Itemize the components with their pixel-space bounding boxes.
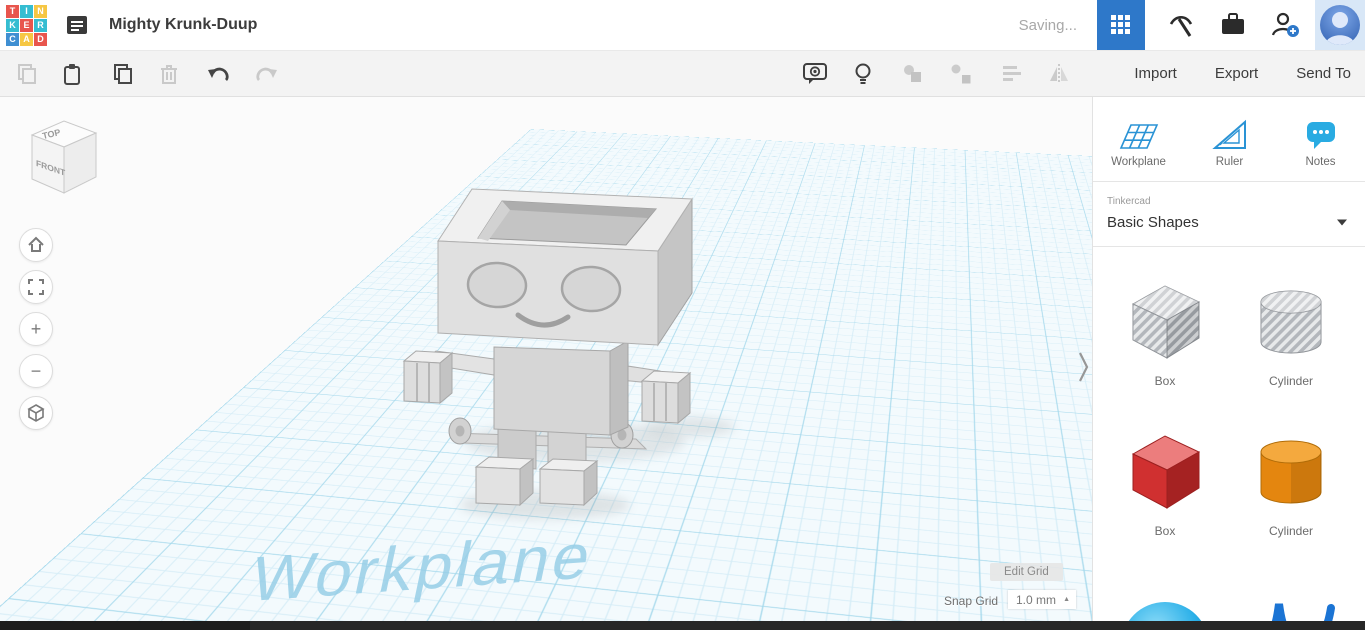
panel-tool-label: Notes <box>1305 156 1336 168</box>
my-designs-menu-icon[interactable] <box>63 11 91 39</box>
snap-grid-dropdown[interactable]: 1.0 mm ▲ <box>1008 590 1076 609</box>
shape-hole-cylinder[interactable]: Cylinder <box>1243 278 1339 388</box>
dashboard-grid-button[interactable] <box>1097 0 1145 50</box>
account-avatar[interactable] <box>1315 0 1365 50</box>
panel-tool-ruler[interactable]: Ruler <box>1184 109 1275 168</box>
export-button[interactable]: Export <box>1215 65 1258 82</box>
minus-icon: − <box>30 360 42 381</box>
design-title[interactable]: Mighty Krunk-Duup <box>109 16 257 34</box>
topbar-right-cluster: Saving... <box>1019 0 1365 50</box>
viewport-canvas[interactable]: Workplane TOP FRONT + − Edit Grid Snap G… <box>0 97 1092 621</box>
logo-tile: N <box>34 4 47 18</box>
logo-tile: K <box>6 18 19 32</box>
panel-tool-notes[interactable]: Notes <box>1275 109 1365 168</box>
hole-cylinder-icon <box>1260 290 1322 354</box>
logo-tile: R <box>34 18 47 32</box>
library-dropdown[interactable]: Basic Shapes <box>1107 214 1199 231</box>
logo-tile: E <box>20 18 33 32</box>
undo-icon[interactable] <box>204 59 234 89</box>
shape-label: Cylinder <box>1268 524 1313 538</box>
logo-tile: C <box>6 32 19 46</box>
panel-tool-label: Workplane <box>1111 156 1166 168</box>
bottom-edge-segment <box>0 621 250 630</box>
shape-scribble-partial[interactable] <box>1243 596 1339 621</box>
logo-tile: I <box>20 4 33 18</box>
chevron-right-icon <box>1079 352 1089 382</box>
avatar-image <box>1320 5 1360 45</box>
chevron-up-icon: ▲ <box>1063 596 1070 603</box>
group-icon[interactable] <box>898 59 928 89</box>
panel-tool-workplane[interactable]: Workplane <box>1093 109 1184 168</box>
zoom-out-button[interactable]: − <box>19 354 53 388</box>
mirror-icon[interactable] <box>1044 59 1074 89</box>
lightbulb-icon[interactable] <box>848 59 878 89</box>
logo-tile: A <box>20 32 33 46</box>
bottom-window-edge <box>0 621 1365 630</box>
snap-grid-value: 1.0 mm <box>1016 592 1057 607</box>
shape-sphere-partial[interactable] <box>1117 596 1213 621</box>
delete-icon[interactable] <box>154 59 184 89</box>
robot-model[interactable] <box>0 97 1092 621</box>
home-view-button[interactable] <box>19 228 53 262</box>
grid-icon <box>1111 15 1130 34</box>
shape-label: Box <box>1154 374 1176 388</box>
copy-icon[interactable] <box>12 59 42 89</box>
view-cube[interactable]: TOP FRONT <box>22 111 102 201</box>
redo-icon[interactable] <box>251 59 281 89</box>
fit-view-button[interactable] <box>19 270 53 304</box>
orange-cylinder-icon <box>1260 440 1322 504</box>
panel-tool-label: Ruler <box>1215 156 1244 168</box>
blocks-pickaxe-icon[interactable] <box>1165 9 1197 41</box>
plus-icon: + <box>30 318 42 339</box>
shape-label: Cylinder <box>1268 374 1313 388</box>
show-all-notes-icon[interactable] <box>800 59 830 89</box>
library-brand: Tinkercad <box>1107 196 1151 207</box>
ruler-tool-icon <box>1184 109 1275 151</box>
paste-icon[interactable] <box>57 59 87 89</box>
action-toolbar: Import Export Send To <box>0 51 1365 97</box>
zoom-in-button[interactable]: + <box>19 312 53 346</box>
snap-grid-label: Snap Grid <box>944 594 999 608</box>
align-icon[interactable] <box>996 59 1026 89</box>
hole-box-icon <box>1131 285 1201 359</box>
saving-status: Saving... <box>1018 16 1077 34</box>
actionbar-buttons: Import Export Send To <box>1134 51 1351 96</box>
edit-grid-button[interactable]: Edit Grid <box>990 563 1063 581</box>
sphere-icon <box>1128 602 1202 621</box>
shapes-panel: Workplane Ruler Notes Tinkercad Basic Sh… <box>1092 97 1365 621</box>
logo-tile: D <box>34 32 47 46</box>
scribble-icon <box>1271 603 1335 621</box>
shape-hole-box[interactable]: Box <box>1117 278 1213 388</box>
divider <box>1093 181 1365 182</box>
workplane-tool-icon <box>1093 109 1184 151</box>
perspective-toggle-button[interactable] <box>19 396 53 430</box>
tinkercad-app: T I N K E R C A D Mighty Krunk-Duup Savi… <box>0 0 1365 630</box>
shape-label: Box <box>1154 524 1176 538</box>
shape-cylinder[interactable]: Cylinder <box>1243 428 1339 538</box>
chevron-down-icon[interactable] <box>1336 213 1348 231</box>
red-box-icon <box>1131 435 1201 509</box>
add-user-icon[interactable] <box>1269 9 1301 41</box>
ungroup-icon[interactable] <box>946 59 976 89</box>
import-button[interactable]: Import <box>1134 65 1177 82</box>
panel-collapse-handle[interactable] <box>1074 347 1092 387</box>
divider <box>1093 246 1365 247</box>
top-bar: T I N K E R C A D Mighty Krunk-Duup Savi… <box>0 0 1365 51</box>
logo-tile: T <box>6 4 19 18</box>
send-to-button[interactable]: Send To <box>1296 65 1351 82</box>
briefcase-icon[interactable] <box>1217 9 1249 41</box>
notes-tool-icon <box>1275 109 1365 151</box>
shape-box[interactable]: Box <box>1117 428 1213 538</box>
tinkercad-logo[interactable]: T I N K E R C A D <box>6 4 47 46</box>
duplicate-icon[interactable] <box>108 59 138 89</box>
